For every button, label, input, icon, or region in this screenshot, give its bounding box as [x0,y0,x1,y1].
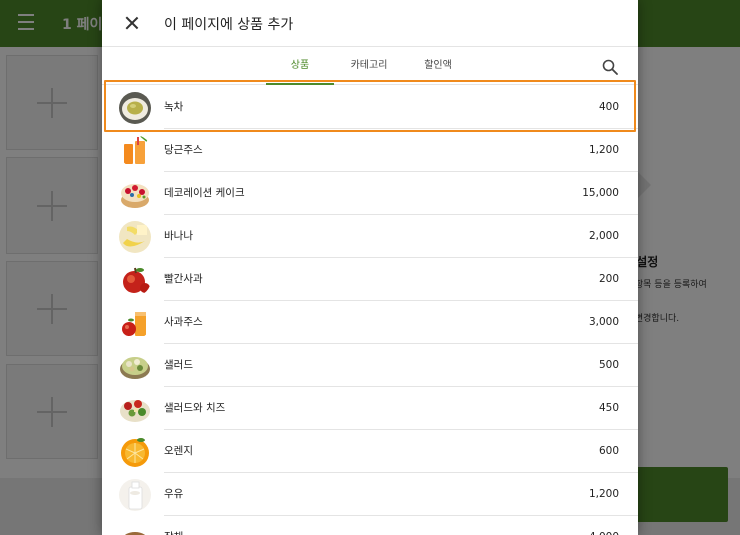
tab-bar: 상품 카테고리 할인액 [102,47,638,85]
carrot-juice-icon [119,135,151,167]
product-price: 1,200 [588,488,619,500]
product-row[interactable]: 바나나 2,000 [102,215,638,258]
decoration-cake-icon [119,178,151,210]
banana-icon [119,221,151,253]
product-price: 500 [598,359,619,371]
product-price: 1,200 [588,144,619,156]
dialog-title: 이 페이지에 상품 추가 [164,17,294,33]
product-row[interactable]: 빨간사과 200 [102,258,638,301]
orange-icon [119,436,151,468]
product-row[interactable]: 데코레이션 케이크 15,000 [102,172,638,215]
search-icon[interactable] [602,59,618,75]
product-row[interactable]: 샐러드와 치즈 450 [102,387,638,430]
product-row[interactable]: 잡채 4,000 [102,516,638,535]
product-row[interactable]: 우유 1,200 [102,473,638,516]
product-price: 200 [598,273,619,285]
product-row[interactable]: 오렌지 600 [102,430,638,473]
product-name: 빨간사과 [164,273,203,285]
red-apple-icon [119,264,151,296]
product-price: 3,000 [588,316,619,328]
salad-cheese-icon [119,393,151,425]
tab-products[interactable]: 상품 [266,47,334,85]
product-name: 녹차 [164,101,184,113]
salad-icon [119,350,151,382]
product-row[interactable]: 당근주스 1,200 [102,129,638,172]
product-name: 우유 [164,488,184,500]
product-list: 녹차 400 당근주스 1,200 데코레이션 케이크 15,000 바나나 2,000 빨간사… [102,86,638,535]
product-row[interactable]: 샐러드 500 [102,344,638,387]
close-icon[interactable] [122,13,142,33]
product-name: 데코레이션 케이크 [164,187,245,199]
product-row[interactable]: 녹차 400 [102,86,638,129]
product-price: 2,000 [588,230,619,242]
product-price: 600 [598,445,619,457]
product-name: 샐러드와 치즈 [164,402,226,414]
tab-categories[interactable]: 카테고리 [338,47,400,85]
product-name: 오렌지 [164,445,193,457]
product-name: 바나나 [164,230,193,242]
product-price: 400 [598,101,619,113]
dialog-header: 이 페이지에 상품 추가 [102,0,638,47]
green-tea-icon [119,92,151,124]
milk-icon [119,479,151,511]
apple-juice-icon [119,307,151,339]
product-price: 15,000 [582,187,619,199]
product-price: 4,000 [589,516,619,535]
product-price: 450 [598,402,619,414]
add-product-dialog: 이 페이지에 상품 추가 상품 카테고리 할인액 녹차 400 당근주스 1,200 데… [102,0,638,535]
tab-discounts[interactable]: 할인액 [408,47,468,85]
product-name: 샐러드 [164,359,193,371]
product-row[interactable]: 사과주스 3,000 [102,301,638,344]
product-name: 당근주스 [164,144,203,156]
product-name: 사과주스 [164,316,203,328]
product-name: 잡채 [164,516,183,535]
japchae-icon [119,522,151,535]
